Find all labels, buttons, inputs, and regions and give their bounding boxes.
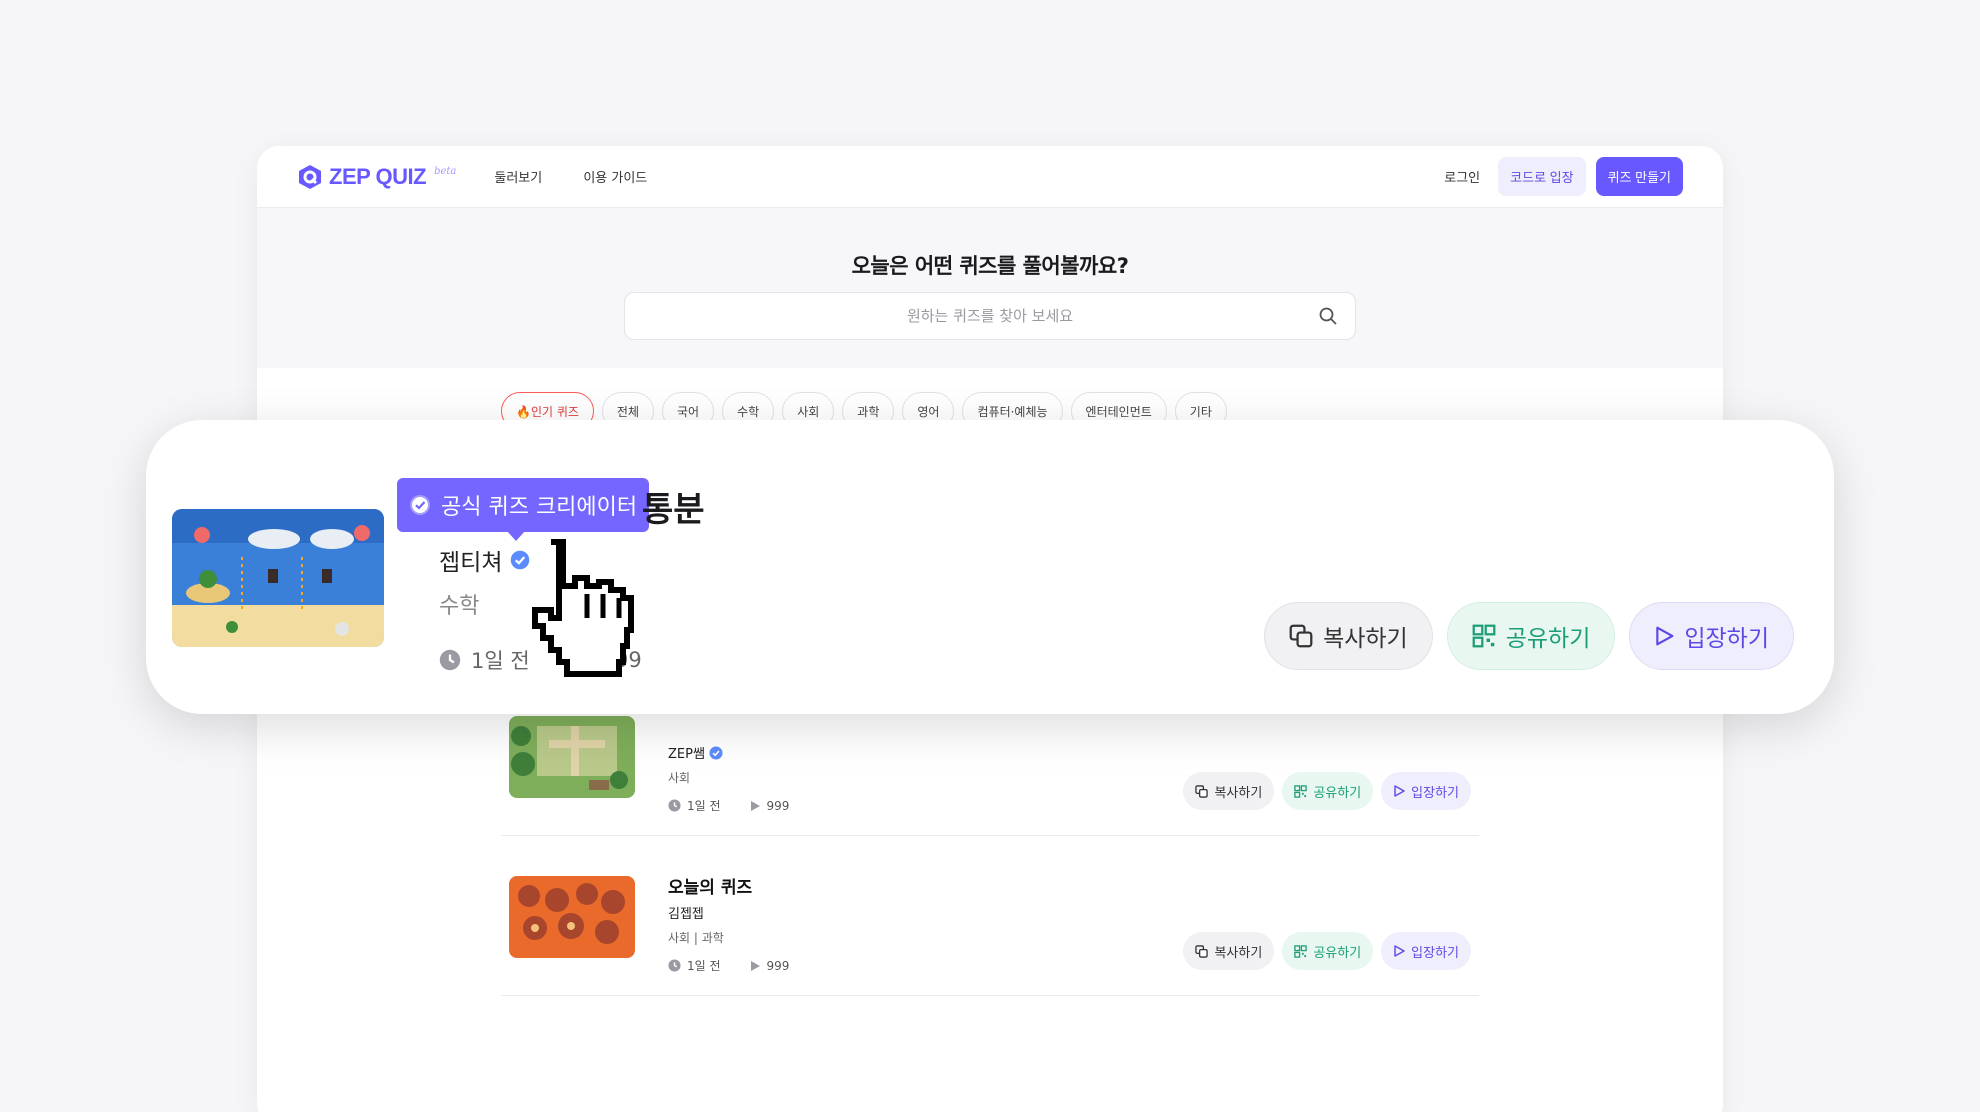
quiz-author-name: 김젭젭: [668, 907, 704, 922]
enter-label: 입장하기: [1411, 944, 1459, 960]
copy-icon: [1195, 944, 1209, 958]
clock-icon: [668, 799, 681, 812]
play-icon: [1394, 785, 1405, 797]
quiz-title[interactable]: 오늘의 퀴즈: [668, 873, 752, 898]
quiz-actions: 복사하기 공유하기 입장하기: [1264, 602, 1794, 670]
play-icon: [1394, 945, 1405, 957]
top-navigation-bar: ZEP QUIZ beta 둘러보기 이용 가이드 로그인 코드로 입장 퀴즈 …: [257, 146, 1723, 208]
enter-button[interactable]: 입장하기: [1629, 602, 1794, 670]
quiz-play-count: 999: [766, 958, 790, 973]
quiz-play-count: 999: [766, 798, 790, 813]
header-actions: 로그인 코드로 입장 퀴즈 만들기: [1444, 157, 1683, 196]
quiz-author: ZEP쌤: [668, 743, 723, 762]
qr-code-icon: [1294, 944, 1308, 958]
search-box: [624, 292, 1356, 340]
copy-icon: [1289, 624, 1313, 648]
enter-label: 입장하기: [1411, 784, 1459, 800]
enter-button[interactable]: 입장하기: [1381, 772, 1471, 810]
quiz-category: 사회: [668, 771, 691, 785]
copy-icon: [1195, 784, 1209, 798]
quiz-actions: 복사하기 공유하기 입장하기: [1183, 932, 1471, 970]
zep-quiz-logo[interactable]: ZEP QUIZ beta: [297, 164, 456, 190]
share-button[interactable]: 공유하기: [1282, 932, 1374, 970]
quiz-category: 사회 | 과학: [668, 931, 724, 945]
zoomed-quiz-card[interactable]: 공식 퀴즈 크리에이터 통분 젭티쳐 수학 1일 전 999 복사하기 공유하기…: [146, 420, 1834, 714]
quiz-actions: 복사하기 공유하기 입장하기: [1183, 772, 1471, 810]
quiz-thumbnail-beach: [172, 509, 384, 647]
share-button[interactable]: 공유하기: [1446, 602, 1616, 670]
quiz-meta: 1일 전 999: [668, 797, 789, 814]
copy-button[interactable]: 복사하기: [1264, 602, 1433, 670]
quiz-author-name: 젭티쳐: [439, 550, 503, 576]
make-quiz-button[interactable]: 퀴즈 만들기: [1595, 157, 1683, 196]
search-icon[interactable]: [1319, 307, 1337, 325]
logo-text: ZEP QUIZ: [329, 163, 427, 189]
copy-label: 복사하기: [1214, 784, 1263, 800]
search-input[interactable]: [690, 307, 1290, 325]
play-count-icon: [750, 800, 760, 811]
official-creator-tooltip: 공식 퀴즈 크리에이터: [397, 478, 650, 541]
copy-button[interactable]: 복사하기: [1183, 932, 1275, 970]
share-label: 공유하기: [1505, 626, 1591, 652]
quiz-time: 1일 전: [471, 649, 530, 673]
clock-icon: [668, 959, 681, 972]
copy-label: 복사하기: [1214, 944, 1263, 960]
main-nav: 둘러보기 이용 가이드: [494, 167, 683, 186]
quiz-thumbnail-map: [509, 716, 635, 798]
quiz-author: 김젭젭: [668, 903, 704, 922]
hero-section: 오늘은 어떤 퀴즈를 풀어볼까요?: [257, 208, 1723, 368]
nav-guide-link[interactable]: 이용 가이드: [583, 171, 647, 186]
play-count-icon: [750, 960, 760, 971]
qr-code-icon: [1294, 784, 1308, 798]
enter-by-code-button[interactable]: 코드로 입장: [1498, 157, 1586, 196]
enter-label: 입장하기: [1684, 626, 1769, 652]
enter-button[interactable]: 입장하기: [1381, 932, 1471, 970]
pointing-hand-cursor-icon: [531, 538, 635, 678]
quiz-list: ZEP쌤 사회 1일 전 999 복사하기 공유하기 입장하기 오늘의 퀴즈 김…: [501, 676, 1479, 996]
quiz-row[interactable]: 오늘의 퀴즈 김젭젭 사회 | 과학 1일 전 999 복사하기 공유하기 입장…: [501, 836, 1479, 996]
share-button[interactable]: 공유하기: [1282, 772, 1374, 810]
hero-title: 오늘은 어떤 퀴즈를 풀어볼까요?: [851, 254, 1129, 278]
copy-button[interactable]: 복사하기: [1183, 772, 1275, 810]
share-label: 공유하기: [1313, 944, 1362, 960]
quiz-author: 젭티쳐: [439, 543, 530, 577]
nav-browse-link[interactable]: 둘러보기: [494, 171, 542, 186]
quiz-thumbnail-map: [509, 876, 635, 958]
verified-badge-icon: [709, 746, 723, 759]
quiz-title[interactable]: 통분: [642, 482, 705, 531]
verified-badge-icon: [410, 495, 430, 515]
quiz-meta: 1일 전 999: [668, 957, 789, 974]
login-link[interactable]: 로그인: [1444, 167, 1480, 186]
play-icon: [1656, 626, 1674, 646]
quiz-time: 1일 전: [687, 959, 721, 973]
quiz-author-name: ZEP쌤: [668, 747, 705, 762]
quiz-category: 수학: [439, 594, 480, 619]
logo-beta-badge: beta: [434, 166, 457, 177]
logo-mark-icon: [299, 164, 321, 189]
clock-icon: [439, 649, 461, 671]
quiz-time: 1일 전: [687, 799, 721, 813]
qr-code-icon: [1472, 624, 1496, 648]
copy-label: 복사하기: [1323, 626, 1408, 652]
tooltip-text: 공식 퀴즈 크리에이터: [441, 495, 638, 520]
share-label: 공유하기: [1313, 784, 1362, 800]
